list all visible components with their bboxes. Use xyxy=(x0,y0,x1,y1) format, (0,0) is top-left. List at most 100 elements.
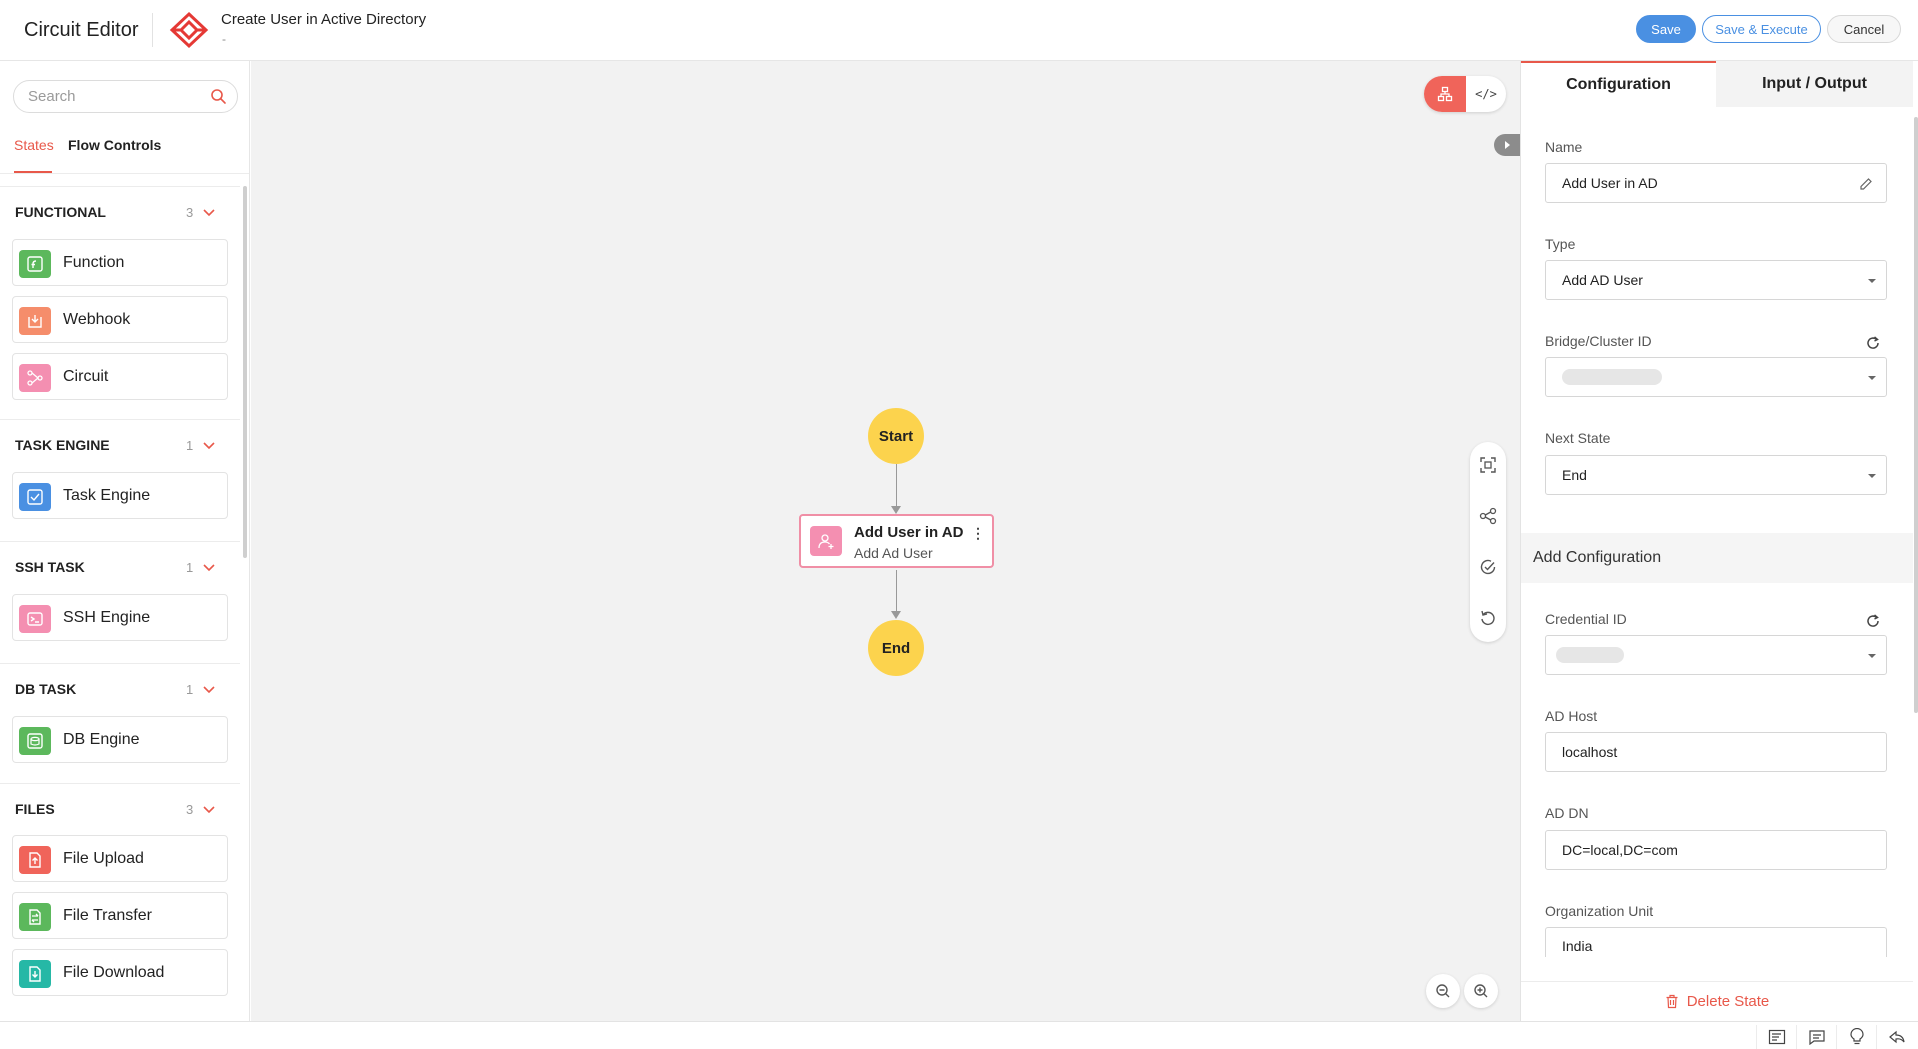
end-node[interactable]: End xyxy=(868,620,924,676)
search-icon[interactable] xyxy=(210,88,227,105)
zoom-in-icon xyxy=(1474,984,1488,998)
state-item-file-upload[interactable]: File Upload xyxy=(12,835,228,882)
chevron-down-icon[interactable] xyxy=(202,685,216,695)
state-item-db-engine[interactable]: DB Engine xyxy=(12,716,228,763)
file-transfer-icon xyxy=(19,903,51,931)
chevron-down-icon[interactable] xyxy=(202,441,216,451)
cancel-button[interactable]: Cancel xyxy=(1827,15,1901,43)
caret-right-icon xyxy=(1505,141,1510,149)
file-download-icon xyxy=(19,960,51,988)
canvas-toolbar xyxy=(1470,442,1506,642)
state-item-file-download[interactable]: File Download xyxy=(12,949,228,996)
category-label: DB TASK xyxy=(15,681,77,697)
app-header: Circuit Editor Create User in Active Dir… xyxy=(0,0,1918,61)
delete-state-button[interactable]: Delete State xyxy=(1521,981,1913,1021)
ad-dn-label: AD DN xyxy=(1545,805,1589,821)
ad-dn-input[interactable]: DC=local,DC=com xyxy=(1545,830,1887,870)
category-db-task: DB TASK 1 DB Engine xyxy=(0,663,240,783)
credential-id-select[interactable] xyxy=(1545,635,1887,675)
zoom-in-button[interactable] xyxy=(1464,974,1498,1008)
type-select[interactable]: Add AD User xyxy=(1545,260,1887,300)
db-engine-icon xyxy=(19,727,51,755)
tab-input-output[interactable]: Input / Output xyxy=(1716,61,1913,107)
auto-layout-icon[interactable] xyxy=(1478,506,1498,526)
bridge-cluster-select[interactable] xyxy=(1545,357,1887,397)
ssh-engine-icon xyxy=(19,605,51,633)
notes-icon xyxy=(1768,1029,1785,1045)
state-item-file-transfer[interactable]: File Transfer xyxy=(12,892,228,939)
name-field[interactable]: Add User in AD xyxy=(1545,163,1887,203)
ad-dn-value: DC=local,DC=com xyxy=(1562,842,1678,858)
state-item-label: Task Engine xyxy=(63,487,151,504)
type-label: Type xyxy=(1545,236,1576,252)
add-user-icon xyxy=(810,526,842,556)
ad-host-label: AD Host xyxy=(1545,708,1598,724)
next-state-select[interactable]: End xyxy=(1545,455,1887,495)
dropdown-caret-icon xyxy=(1868,654,1876,658)
notes-button[interactable] xyxy=(1756,1025,1796,1049)
code-view-button[interactable]: </> xyxy=(1466,76,1506,112)
edit-pencil-icon[interactable] xyxy=(1858,176,1874,192)
fit-to-screen-icon[interactable] xyxy=(1478,455,1498,475)
more-options-icon[interactable]: ⋮ xyxy=(971,525,985,541)
state-item-function[interactable]: Function xyxy=(12,239,228,286)
connector-arrowhead xyxy=(891,506,901,514)
state-config-panel: Configuration Input / Output Name Add Us… xyxy=(1520,61,1918,1021)
state-item-label: Function xyxy=(63,254,125,271)
bridge-cluster-label: Bridge/Cluster ID xyxy=(1545,333,1652,349)
validate-icon[interactable] xyxy=(1478,557,1498,577)
state-item-label: Circuit xyxy=(63,368,109,385)
category-ssh-task: SSH TASK 1 SSH Engine xyxy=(0,541,240,663)
refresh-icon[interactable] xyxy=(1865,613,1881,629)
sidebar-scrollbar-thumb[interactable] xyxy=(243,186,247,558)
state-node-title: Add User in AD xyxy=(854,524,964,541)
webhook-icon xyxy=(19,307,51,335)
status-footer xyxy=(0,1021,1918,1049)
state-item-task-engine[interactable]: Task Engine xyxy=(12,472,228,519)
organization-unit-label: Organization Unit xyxy=(1545,903,1654,919)
diagram-icon xyxy=(1437,86,1453,102)
tab-configuration[interactable]: Configuration xyxy=(1521,61,1716,107)
save-button[interactable]: Save xyxy=(1636,15,1696,43)
state-item-circuit[interactable]: Circuit xyxy=(12,353,228,400)
connector-start-to-state xyxy=(896,464,897,506)
state-item-ssh-engine[interactable]: SSH Engine xyxy=(12,594,228,641)
save-and-execute-button[interactable]: Save & Execute xyxy=(1702,15,1821,43)
start-node[interactable]: Start xyxy=(868,408,924,464)
zoom-out-icon xyxy=(1436,984,1450,998)
chevron-down-icon[interactable] xyxy=(202,563,216,573)
name-label: Name xyxy=(1545,139,1583,155)
undo-icon[interactable] xyxy=(1478,608,1498,628)
zoom-out-button[interactable] xyxy=(1426,974,1460,1008)
redacted-value xyxy=(1556,647,1624,663)
state-item-label: File Upload xyxy=(63,850,144,867)
next-state-label: Next State xyxy=(1545,430,1611,446)
tab-divider xyxy=(0,173,249,174)
tips-button[interactable] xyxy=(1836,1025,1876,1049)
refresh-icon[interactable] xyxy=(1865,335,1881,351)
header-divider xyxy=(152,13,153,47)
chevron-down-icon[interactable] xyxy=(202,208,216,218)
category-files: FILES 3 File Upload File Transfer File D… xyxy=(0,783,240,1021)
category-count: 3 xyxy=(186,205,194,220)
app-title: Circuit Editor xyxy=(24,19,139,41)
panel-scrollbar-thumb[interactable] xyxy=(1914,117,1918,713)
panel-collapse-toggle[interactable] xyxy=(1494,134,1520,156)
organization-unit-input[interactable]: India xyxy=(1545,927,1887,957)
name-value: Add User in AD xyxy=(1562,175,1658,191)
tab-flow-controls[interactable]: Flow Controls xyxy=(68,137,161,153)
category-count: 1 xyxy=(186,438,194,453)
task-engine-icon xyxy=(19,483,51,511)
ad-host-input[interactable]: localhost xyxy=(1545,732,1887,772)
file-upload-icon xyxy=(19,846,51,874)
state-node-add-user[interactable]: Add User in AD Add Ad User ⋮ xyxy=(799,514,994,568)
tab-states[interactable]: States xyxy=(14,137,54,153)
comments-button[interactable] xyxy=(1796,1025,1836,1049)
diagram-view-button[interactable] xyxy=(1424,76,1466,112)
state-item-label: DB Engine xyxy=(63,731,140,748)
chat-icon xyxy=(1808,1030,1825,1045)
state-item-webhook[interactable]: Webhook xyxy=(12,296,228,343)
chevron-down-icon[interactable] xyxy=(202,805,216,815)
feedback-button[interactable] xyxy=(1876,1025,1916,1049)
search-input[interactable] xyxy=(13,80,238,113)
